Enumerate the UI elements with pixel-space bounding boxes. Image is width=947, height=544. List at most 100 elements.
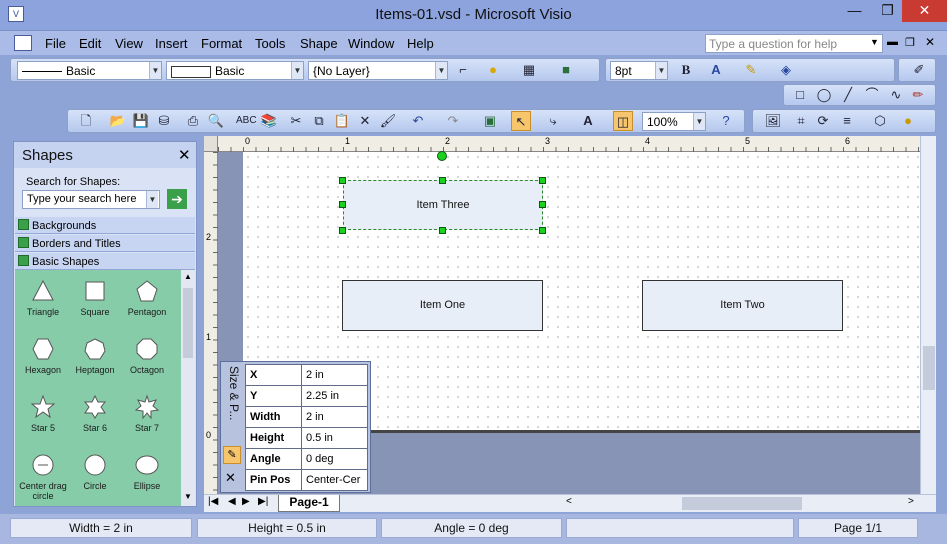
minimize-button[interactable]: — [838, 0, 871, 22]
scroll-up-icon[interactable]: ▲ [181, 270, 195, 284]
shape-triangle[interactable]: Triangle [17, 278, 69, 317]
print-icon[interactable]: ⎙ [183, 111, 203, 131]
fill-style-combo[interactable]: Basic [166, 61, 304, 80]
ruler-left[interactable]: 2 1 0 [204, 152, 218, 494]
sp-value[interactable]: 2.25 in [301, 385, 368, 407]
sp-value[interactable]: 0 deg [301, 448, 368, 470]
shadow-icon[interactable]: ■ [556, 60, 576, 80]
hscroll-thumb[interactable] [682, 497, 802, 510]
scroll-thumb[interactable] [183, 288, 193, 358]
cut-icon[interactable]: ✂ [286, 111, 306, 131]
line-color-icon[interactable]: ✎ [741, 60, 761, 80]
sp-row-height[interactable]: Height 0.5 in [245, 427, 368, 449]
rectangle-tool-icon[interactable]: □ [790, 85, 810, 105]
doc-minimize-button[interactable]: ▬ [887, 36, 898, 48]
selection-handle[interactable] [539, 201, 546, 208]
menu-tools[interactable]: Tools [255, 36, 285, 51]
shape-star-7[interactable]: Star 7 [121, 394, 173, 433]
menu-shape[interactable]: Shape [300, 36, 338, 51]
doc-close-button[interactable]: ✕ [925, 35, 935, 49]
search-shapes-input[interactable]: Type your search here [22, 190, 160, 209]
sp-value[interactable]: Center-Cer [301, 469, 368, 491]
sp-row-y[interactable]: Y 2.25 in [245, 385, 368, 407]
sp-value[interactable]: 2 in [301, 364, 368, 386]
line-style-combo[interactable]: Basic [17, 61, 162, 80]
line-weight-icon[interactable]: ≡ [837, 111, 857, 131]
stencil-borders-titles[interactable]: Borders and Titles [15, 235, 195, 252]
sp-value[interactable]: 0.5 in [301, 427, 368, 449]
chevron-down-icon[interactable]: ▼ [655, 62, 667, 79]
ellipse-tool-icon[interactable]: ◯ [814, 85, 834, 105]
format-painter-icon[interactable]: ✐ [909, 60, 929, 80]
shapes-scrollbar[interactable]: ▲ ▼ [181, 270, 195, 506]
menu-insert[interactable]: Insert [155, 36, 188, 51]
first-page-icon[interactable]: |◀ [208, 496, 218, 507]
shape-item-two[interactable]: Item Two [642, 280, 843, 331]
shape-pentagon[interactable]: Pentagon [121, 278, 173, 317]
rotate-icon[interactable]: ⟳ [813, 111, 833, 131]
fill-pattern-icon[interactable]: ▦ [519, 60, 539, 80]
selection-handle[interactable] [339, 201, 346, 208]
chevron-down-icon[interactable]: ▼ [693, 113, 705, 130]
shape-octagon[interactable]: Octagon [121, 336, 173, 375]
scroll-left-icon[interactable]: < [566, 496, 572, 507]
sp-value[interactable]: 2 in [301, 406, 368, 428]
layer-combo[interactable]: {No Layer} [308, 61, 448, 80]
next-page-icon[interactable]: ▶ [242, 496, 250, 507]
last-page-icon[interactable]: ▶| [258, 496, 268, 507]
vertical-scrollbar[interactable] [920, 136, 936, 494]
chevron-down-icon[interactable]: ▼ [146, 191, 158, 208]
menu-file[interactable]: File [45, 36, 66, 51]
sp-row-angle[interactable]: Angle 0 deg [245, 448, 368, 470]
sp-row-pin-pos[interactable]: Pin Pos Center-Cer [245, 469, 368, 491]
redo-icon[interactable]: ↷ [443, 111, 463, 131]
close-button[interactable]: ✕ [902, 0, 947, 22]
arc-tool-icon[interactable]: ⌒ [862, 85, 882, 105]
shape-star-5[interactable]: Star 5 [17, 394, 69, 433]
fill-color-icon[interactable]: ◈ [776, 60, 796, 80]
stencil-icon[interactable]: ▣ [480, 111, 500, 131]
bold-icon[interactable]: B [676, 60, 696, 80]
prev-page-icon[interactable]: ◀ [228, 496, 236, 507]
selection-handle[interactable] [439, 227, 446, 234]
research-icon[interactable]: 📚 [259, 111, 279, 131]
open-icon[interactable]: 📂 [108, 111, 128, 131]
shape-hexagon[interactable]: Hexagon [17, 336, 69, 375]
theme-icon[interactable]: ● [898, 111, 918, 131]
line-tool-icon[interactable]: ╱ [838, 85, 858, 105]
menu-window[interactable]: Window [348, 36, 394, 51]
format-painter-icon[interactable]: 🖌 [378, 111, 398, 131]
scroll-right-icon[interactable]: > [908, 496, 914, 507]
ask-dropdown-icon[interactable]: ▼ [870, 37, 879, 47]
freeform-tool-icon[interactable]: ∿ [886, 85, 906, 105]
crop-icon[interactable]: ⌗ [791, 111, 811, 131]
picture-icon[interactable]: 🖼 [763, 111, 783, 131]
shape-square[interactable]: Square [69, 278, 121, 317]
menu-help[interactable]: Help [407, 36, 434, 51]
close-icon[interactable]: ✕ [178, 146, 191, 164]
menu-view[interactable]: View [115, 36, 143, 51]
menu-format[interactable]: Format [201, 36, 242, 51]
tab-page-1[interactable]: Page-1 [278, 495, 340, 512]
shape-circle[interactable]: Circle [69, 452, 121, 491]
sp-row-x[interactable]: X2 in [245, 364, 368, 386]
selection-handle[interactable] [539, 177, 546, 184]
spelling-icon[interactable]: ABC [236, 111, 257, 131]
transparency-icon[interactable]: ⬡ [870, 111, 890, 131]
ruler-top[interactable]: 0 1 2 3 4 5 6 [218, 136, 920, 152]
sp-row-width[interactable]: Width 2 in [245, 406, 368, 428]
menu-edit[interactable]: Edit [79, 36, 101, 51]
stencil-basic-shapes[interactable]: Basic Shapes [15, 253, 195, 270]
rotation-handle[interactable] [437, 151, 447, 161]
shape-center-drag-circle[interactable]: Center drag circle [17, 452, 69, 501]
chevron-down-icon[interactable]: ▼ [291, 62, 303, 79]
scroll-thumb[interactable] [923, 346, 935, 390]
paste-icon[interactable]: 📋 [332, 111, 352, 131]
new-icon[interactable]: 🗋 [76, 111, 96, 131]
save-icon[interactable]: 💾 [131, 111, 151, 131]
shape-ellipse[interactable]: Ellipse [121, 452, 173, 491]
shapes-window-icon[interactable]: ◫ [613, 111, 633, 131]
selection-handle[interactable] [339, 177, 346, 184]
window-options-icon[interactable]: ✎ [223, 446, 241, 464]
chevron-down-icon[interactable]: ▼ [149, 62, 161, 79]
